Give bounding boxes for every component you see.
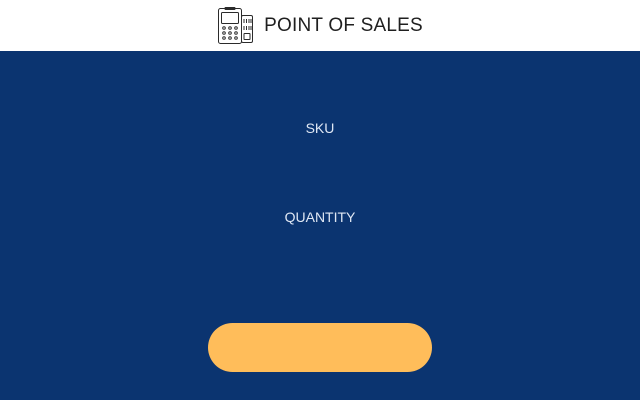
app-title: POINT OF SALES (264, 15, 423, 36)
brand: POINT OF SALES (217, 6, 423, 45)
sku-label: SKU (305, 120, 335, 136)
submit-button[interactable] (208, 323, 432, 372)
order-form: SKU QUANTITY (0, 51, 640, 400)
pos-app: POINT OF SALES SKU QUANTITY (0, 0, 640, 400)
app-header: POINT OF SALES (0, 0, 640, 51)
pos-terminal-icon (218, 6, 254, 44)
quantity-label: QUANTITY (284, 209, 356, 225)
